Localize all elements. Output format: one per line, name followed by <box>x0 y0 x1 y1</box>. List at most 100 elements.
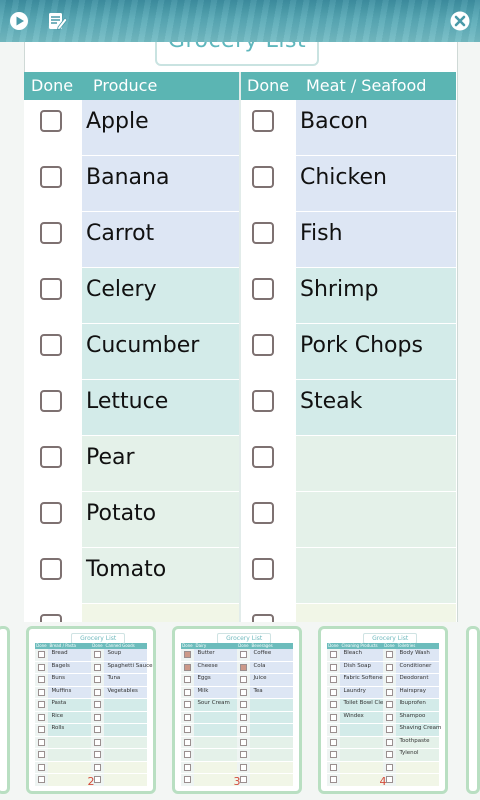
thumbnail-checkbox <box>94 738 101 746</box>
checkbox-right[interactable] <box>252 390 274 412</box>
item-cell-right <box>296 436 456 492</box>
thumbnail-item-cell <box>104 749 147 761</box>
thumbnail-done-cell <box>35 674 49 686</box>
thumbnail-item-cell <box>104 761 147 773</box>
thumbnail-checkbox <box>386 738 393 746</box>
thumbnail-item-cell: Juice <box>250 674 293 686</box>
thumbnail-item-cell <box>104 699 147 711</box>
thumbnail-checkbox <box>240 763 247 771</box>
thumbnail-done-cell <box>237 761 251 773</box>
thumbnail-item-cell <box>194 711 237 723</box>
item-label-right[interactable]: Shrimp <box>300 262 378 318</box>
play-icon[interactable] <box>8 10 30 32</box>
item-label-left[interactable]: Tomato <box>86 542 166 598</box>
item-label-left[interactable]: Potato <box>86 486 156 542</box>
thumbnail-item-cell <box>250 699 293 711</box>
thumbnail-checkbox <box>38 726 45 733</box>
checkbox-left[interactable] <box>40 558 62 580</box>
thumbnail-item-cell <box>250 736 293 748</box>
checkbox-right[interactable] <box>252 166 274 188</box>
thumbnail-item-cell <box>250 749 293 761</box>
thumbnail-edge-left[interactable] <box>0 626 10 794</box>
thumbnail-row: Toilet Bowl Cleaner Ibuprofen <box>327 699 439 712</box>
thumbnail-item-label: Body Wash <box>399 650 430 656</box>
checkbox-left[interactable] <box>40 334 62 356</box>
thumbnail-item-cell: Butter <box>194 649 237 661</box>
thumbnail-item-label: Rolls <box>51 725 65 731</box>
checkbox-left[interactable] <box>40 390 62 412</box>
thumbnail-item-label: Sour Cream <box>197 700 230 706</box>
item-label-left[interactable]: Pear <box>86 430 135 486</box>
thumbnail-done-cell <box>237 674 251 686</box>
page-thumbnail-strip: Grocery List Done Bread / Pasta Done Canned … <box>0 622 480 800</box>
checkbox-right[interactable] <box>252 222 274 244</box>
thumbnail-checkbox <box>94 701 101 708</box>
item-label-right[interactable]: Bacon <box>300 94 368 150</box>
thumbnail-done-cell <box>237 661 251 673</box>
thumbnail-done-cell <box>237 711 251 723</box>
checkbox-left[interactable] <box>40 446 62 468</box>
item-label-left[interactable]: Apple <box>86 94 149 150</box>
checkbox-left[interactable] <box>40 222 62 244</box>
item-label-left[interactable]: Carrot <box>86 206 154 262</box>
page-thumbnail[interactable]: Grocery List Done Bread / Pasta Done Canned … <box>26 626 156 794</box>
thumbnail-done-cell <box>91 699 105 711</box>
thumbnail-checkbox <box>386 763 393 771</box>
checkbox-right[interactable] <box>252 334 274 356</box>
thumbnail-checkbox <box>184 663 191 671</box>
thumbnail-item-label: Bread <box>51 650 68 656</box>
thumbnail-checkbox <box>240 676 247 683</box>
item-label-left[interactable]: Celery <box>86 262 157 318</box>
thumbnail-done-cell <box>237 686 251 698</box>
page-thumbnail[interactable]: Grocery List Done Dairy Done Beverages Butter… <box>172 626 302 794</box>
thumbnail-done-cell <box>383 711 397 723</box>
thumbnail-item-label: Dish Soap <box>343 662 372 669</box>
thumbnail-done-cell <box>91 749 105 761</box>
thumbnail-item-cell: Pasta <box>48 699 91 711</box>
checkbox-left[interactable] <box>40 166 62 188</box>
item-label-right[interactable]: Chicken <box>300 150 387 206</box>
checkbox-right[interactable] <box>252 502 274 524</box>
thumbnail-done-cell <box>91 761 105 773</box>
thumbnail-row: Cheese Cola <box>181 661 293 674</box>
list-title-tab[interactable]: Grocery List <box>155 42 319 66</box>
thumbnail-row: Pasta <box>35 699 147 712</box>
item-label-right[interactable]: Fish <box>300 206 343 262</box>
checkbox-right[interactable] <box>252 558 274 580</box>
thumbnail-done-cell <box>327 761 341 773</box>
item-label-left[interactable]: Banana <box>86 150 169 206</box>
thumbnail-checkbox <box>330 726 337 733</box>
thumbnail-item-cell: Spaghetti Sauce <box>104 661 153 673</box>
thumbnail-row: Bagels Spaghetti Sauce <box>35 661 153 674</box>
thumbnail-checkbox <box>240 713 247 721</box>
item-label-right[interactable]: Pork Chops <box>300 318 423 374</box>
checkbox-left[interactable] <box>40 110 62 132</box>
thumbnail-item-label: Tuna <box>107 675 121 681</box>
item-label-left[interactable]: Cucumber <box>86 318 199 374</box>
thumbnail-item-label: Juice <box>253 675 267 681</box>
thumbnail-checkbox <box>184 688 191 696</box>
thumbnail-done-cell <box>327 724 341 736</box>
checkbox-right[interactable] <box>252 278 274 300</box>
thumbnail-item-label: Muffins <box>51 687 72 694</box>
thumbnail-checkbox <box>330 688 337 696</box>
close-icon[interactable] <box>449 10 471 32</box>
thumbnail-done-cell <box>383 761 397 773</box>
checkbox-left[interactable] <box>40 278 62 300</box>
checkbox-right[interactable] <box>252 110 274 132</box>
thumbnail-item-label: Toothpaste <box>399 737 430 744</box>
checkbox-left[interactable] <box>40 502 62 524</box>
thumbnail-edge-right[interactable] <box>466 626 480 794</box>
item-label-left[interactable]: Lettuce <box>86 374 168 430</box>
thumbnail-done-cell <box>181 711 195 723</box>
thumbnail-done-cell <box>383 736 397 748</box>
checkbox-right[interactable] <box>252 446 274 468</box>
thumbnail-item-cell: Eggs <box>194 674 237 686</box>
thumbnail-checkbox <box>184 676 191 683</box>
page-thumbnail[interactable]: Grocery List Done Cleaning Products Done Toi… <box>318 626 448 794</box>
edit-list-icon[interactable] <box>46 10 68 32</box>
thumbnail-done-cell <box>35 761 49 773</box>
thumbnail-checkbox <box>330 751 337 758</box>
thumbnail-item-cell <box>194 724 237 736</box>
item-label-right[interactable]: Steak <box>300 374 362 430</box>
